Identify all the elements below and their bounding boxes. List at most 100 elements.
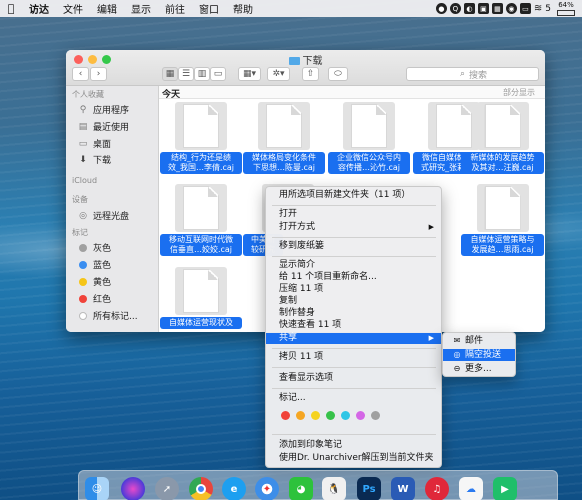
sidebar-tag-all[interactable]: 所有标记...	[77, 309, 138, 322]
menu-bar:  访达 文件 编辑 显示 前往 窗口 帮助 ● Q ◐ ▣ ▦ ◉ ▭ ≋ 5…	[0, 0, 582, 17]
menu-item-open[interactable]: 打开	[266, 209, 441, 220]
tray-wechat-icon[interactable]: ◉	[505, 3, 517, 14]
menu-item-quick-look[interactable]: 快速查看 11 项	[266, 320, 441, 331]
sidebar-item-downloads[interactable]: ⬇ 下载	[77, 153, 111, 167]
menu-item-duplicate[interactable]: 复制	[266, 296, 441, 307]
view-gallery-button[interactable]: ▭	[210, 67, 226, 81]
all-tags-icon	[79, 311, 87, 320]
sidebar-tag-red[interactable]: 红色	[77, 292, 111, 305]
tray-app-icon[interactable]: ●	[435, 3, 447, 14]
menu-item-show-view-options[interactable]: 查看显示选项	[266, 373, 441, 384]
dock-pycharm-icon[interactable]: ▶	[493, 477, 517, 500]
sidebar-item-applications[interactable]: ⚲ 应用程序	[77, 103, 129, 117]
show-partial-link[interactable]: 部分显示	[503, 87, 535, 98]
menu-file[interactable]: 文件	[56, 1, 90, 16]
window-title: 下载	[66, 52, 545, 67]
dock-photoshop-icon[interactable]: Ps	[357, 477, 381, 500]
sidebar-item-desktop[interactable]: ▭ 桌面	[77, 137, 112, 151]
battery-indicator[interactable]: 64%	[554, 0, 578, 16]
sidebar-tag-yellow[interactable]: 黄色	[77, 275, 111, 288]
sidebar-item-label: 桌面	[93, 140, 112, 150]
menu-item-make-alias[interactable]: 制作替身	[266, 308, 441, 319]
file-item[interactable]: 自媒体运营策略与 发展趋…思雨.caj	[461, 184, 544, 256]
tray-netdisk-icon[interactable]: ◐	[463, 3, 475, 14]
menu-item-tags[interactable]: 标记...	[266, 393, 441, 404]
menu-item-label: 共享	[279, 333, 298, 343]
red-tag-icon	[79, 294, 87, 303]
sidebar-tag-blue[interactable]: 蓝色	[77, 258, 111, 271]
action-button[interactable]: ✲▾	[267, 67, 290, 81]
menu-item-get-info[interactable]: 显示简介	[266, 260, 441, 271]
share-item-mail[interactable]: ✉ 邮件	[443, 335, 515, 347]
menu-item-share[interactable]: 共享 ▶	[266, 333, 441, 344]
group-grid-icon: ▦▾	[242, 69, 257, 79]
tag-color-green[interactable]	[326, 411, 335, 420]
dock-qq-browser-icon[interactable]: e	[222, 477, 246, 500]
tag-color-orange[interactable]	[296, 411, 305, 420]
menu-item-new-folder-with-selection[interactable]: 用所选项目新建文件夹（11 项）	[266, 190, 441, 201]
context-menu: 用所选项目新建文件夹（11 项） 打开 打开方式 ▶ 移到废纸篓 显示简介 给 1…	[265, 186, 442, 468]
dock-cloud-icon[interactable]: ☁	[459, 477, 483, 500]
apple-menu-icon[interactable]: 	[0, 2, 22, 15]
file-item[interactable]: 新媒体的发展趋势 及其对…汪巍.caj	[461, 102, 544, 174]
tray-grid-icon[interactable]: ▦	[491, 3, 503, 14]
file-icon-box	[476, 184, 529, 232]
dock-launchpad-icon[interactable]: ➚	[155, 477, 179, 500]
dock-siri-icon[interactable]	[121, 477, 145, 500]
dock-chrome-icon[interactable]	[189, 477, 213, 500]
menu-item-move-to-trash[interactable]: 移到废纸篓	[266, 241, 441, 252]
dock-safari-icon[interactable]: ✦	[255, 477, 279, 500]
forward-button[interactable]: ›	[90, 67, 107, 81]
document-icon	[484, 186, 521, 230]
menu-app-name[interactable]: 访达	[22, 1, 56, 16]
dock-netease-music-icon[interactable]: ♫	[425, 477, 449, 500]
view-icons-button[interactable]: ▦	[162, 67, 178, 81]
share-button[interactable]: ⇧	[302, 67, 319, 81]
view-columns-button[interactable]: ▥	[194, 67, 210, 81]
menu-item-add-to-evernote[interactable]: 添加到印象笔记	[266, 440, 441, 451]
search-field[interactable]: ⌕ 搜索	[406, 67, 539, 81]
sidebar-item-recents[interactable]: ▤ 最近使用	[77, 120, 129, 134]
back-button[interactable]: ‹	[72, 67, 89, 81]
sidebar-item-remote-disc[interactable]: ◎ 远程光盘	[77, 209, 129, 223]
tray-box-icon[interactable]: ▣	[477, 3, 489, 14]
menu-item-open-with[interactable]: 打开方式 ▶	[266, 222, 441, 233]
dock-wechat-icon[interactable]: ◕	[289, 477, 313, 500]
file-item[interactable]: 媒体格局变化条件 下思想…陈曼.caj	[243, 102, 325, 174]
menu-item-dr-unarchiver[interactable]: 使用Dr. Unarchiver解压到当前文件夹	[266, 453, 441, 464]
tags-button[interactable]: ⬭	[328, 67, 348, 81]
file-item[interactable]: 移动互联网时代微 信垂直…姣姣.caj	[160, 184, 242, 256]
tag-color-blue[interactable]	[341, 411, 350, 420]
dock-qq-icon[interactable]: 🐧	[322, 477, 346, 500]
tag-color-red[interactable]	[281, 411, 290, 420]
view-list-button[interactable]: ☰	[178, 67, 194, 81]
menu-edit[interactable]: 编辑	[90, 1, 124, 16]
dock-finder-icon[interactable]: ☺	[85, 477, 109, 500]
tag-color-gray[interactable]	[371, 411, 380, 420]
toolbar: 下载 ‹ › ▦ ☰ ▥ ▭ ▦▾ ✲▾ ⇧ ⬭ ⌕ 搜索	[66, 50, 545, 86]
tag-color-purple[interactable]	[356, 411, 365, 420]
tray-screen-icon[interactable]: ▭	[519, 3, 531, 14]
battery-percent: 64%	[558, 0, 574, 9]
sidebar-tag-gray[interactable]: 灰色	[77, 241, 111, 254]
menu-item-compress[interactable]: 压缩 11 项	[266, 284, 441, 295]
dock-word-icon[interactable]: W	[391, 477, 415, 500]
menu-item-copy[interactable]: 拷贝 11 项	[266, 352, 441, 363]
group-button[interactable]: ▦▾	[238, 67, 261, 81]
file-item[interactable]: 结构_行为还是绩 效_我国…李倩.caj	[160, 102, 242, 174]
menu-window[interactable]: 窗口	[192, 1, 226, 16]
file-item[interactable]: 自媒体运营现状及	[160, 267, 242, 329]
share-item-airdrop[interactable]: ◎ 隔空投送	[443, 349, 515, 361]
menu-help[interactable]: 帮助	[226, 1, 260, 16]
tag-color-yellow[interactable]	[311, 411, 320, 420]
menu-view[interactable]: 显示	[124, 1, 158, 16]
share-item-more[interactable]: ⊖ 更多...	[443, 363, 515, 375]
file-item[interactable]: 企业微信公众号内 容传播…沁竹.caj	[328, 102, 410, 174]
wifi-icon[interactable]: ≋	[534, 3, 542, 14]
document-icon	[183, 186, 219, 230]
tray-number[interactable]: 5	[545, 4, 551, 14]
menu-item-rename[interactable]: 给 11 个项目重新命名...	[266, 272, 441, 283]
menu-go[interactable]: 前往	[158, 1, 192, 16]
tray-qq-icon[interactable]: Q	[449, 3, 461, 14]
file-icon-box	[476, 102, 529, 150]
